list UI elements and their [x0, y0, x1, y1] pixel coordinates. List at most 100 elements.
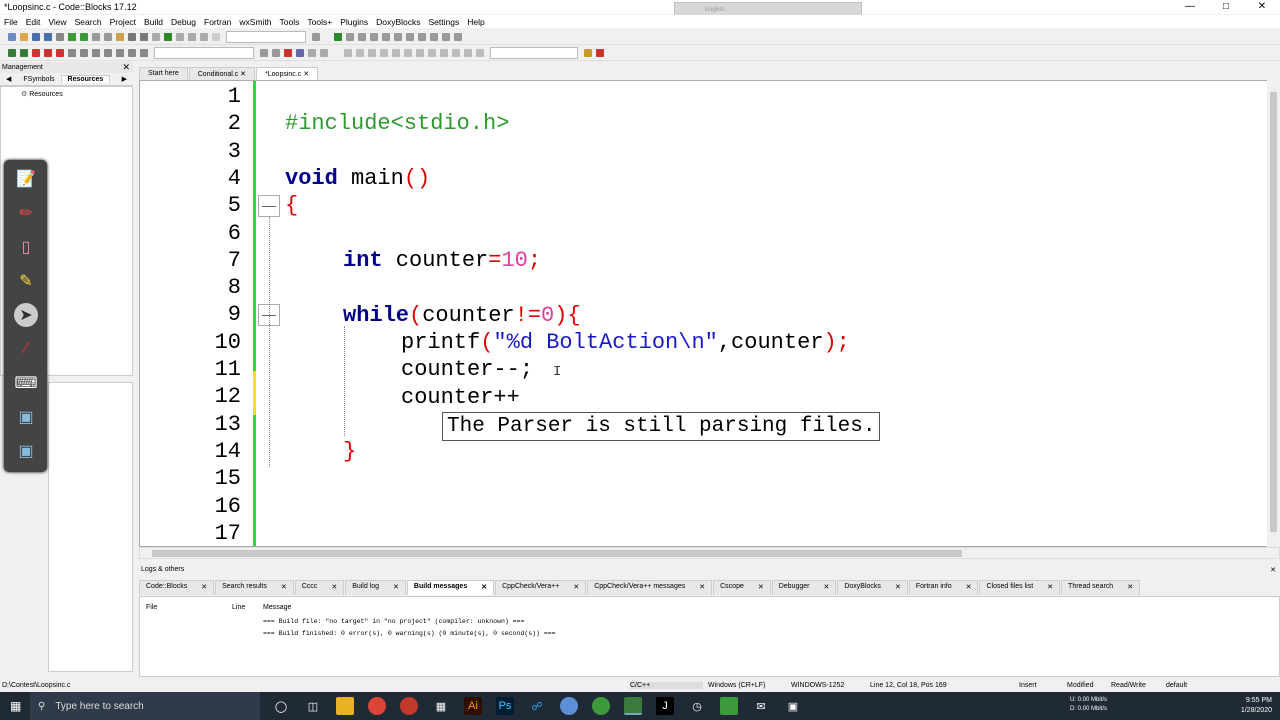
menu-doxyblocks[interactable]: DoxyBlocks: [372, 17, 424, 27]
log-tab-cccc[interactable]: Cccc ✕: [294, 580, 345, 595]
log-tab-cppcheck-vera-messages[interactable]: CppCheck/Vera++ messages ✕: [587, 580, 713, 595]
log-tab-closed-files-list[interactable]: Closed files list ✕: [979, 580, 1061, 595]
system-clock[interactable]: 9:55 PM 1/28/2020: [1241, 696, 1272, 716]
log-tab-build-messages[interactable]: Build messages ✕: [406, 580, 495, 595]
highlight-marker-icon[interactable]: [284, 48, 292, 57]
menu-fortran[interactable]: Fortran: [200, 17, 235, 27]
menu-wxsmith[interactable]: wxSmith: [235, 17, 275, 27]
laser-icon[interactable]: ∕: [14, 337, 38, 361]
print-icon[interactable]: [56, 32, 64, 41]
chrome-icon[interactable]: [368, 697, 386, 715]
menu-edit[interactable]: Edit: [22, 17, 45, 27]
pen-icon[interactable]: ✏: [14, 201, 38, 225]
prev-bookmark-icon[interactable]: [44, 48, 52, 57]
close-panel-icon[interactable]: ✕: [122, 62, 133, 73]
build-target-select[interactable]: [226, 30, 306, 43]
layout4-icon[interactable]: [380, 48, 388, 57]
close-logs-icon[interactable]: ✕: [1270, 566, 1276, 574]
col-message[interactable]: Message: [263, 604, 291, 611]
clear-bookmarks-icon[interactable]: [68, 48, 76, 57]
maximize-button[interactable]: □: [1208, 0, 1244, 14]
app-c-icon[interactable]: [720, 697, 738, 715]
copy-icon[interactable]: [104, 32, 112, 41]
c-icon[interactable]: [476, 48, 484, 57]
stream-comment-icon[interactable]: [116, 48, 124, 57]
target-dialog-icon[interactable]: [312, 32, 320, 41]
find-icon[interactable]: [128, 32, 136, 41]
tab-start-here[interactable]: Start here: [139, 67, 188, 80]
menu-tools[interactable]: Tools: [276, 17, 304, 27]
minimize-button[interactable]: —: [1172, 0, 1208, 14]
app-blue-icon[interactable]: [560, 697, 578, 715]
nav-prev-icon[interactable]: [260, 48, 268, 57]
next-line-icon[interactable]: [358, 32, 366, 41]
log-tab-cscope[interactable]: Cscope ✕: [713, 580, 771, 595]
next-bookmark-icon[interactable]: [56, 48, 64, 57]
menu-debug[interactable]: Debug: [167, 17, 200, 27]
undo-icon[interactable]: [68, 32, 76, 41]
next-instruction-icon[interactable]: [394, 32, 402, 41]
zoom-in-icon[interactable]: [440, 48, 448, 57]
toggle-comment-icon[interactable]: [104, 48, 112, 57]
layout-icon[interactable]: [344, 48, 352, 57]
step-into-instruction-icon[interactable]: [406, 32, 414, 41]
jump-back-icon[interactable]: [8, 48, 16, 57]
layout5-icon[interactable]: [392, 48, 400, 57]
s-icon[interactable]: [464, 48, 472, 57]
log-tab-code-blocks[interactable]: Code::Blocks ✕: [139, 580, 215, 595]
vertical-scroll-thumb[interactable]: [1270, 92, 1277, 532]
abort-icon[interactable]: [212, 32, 220, 41]
menu-plugins[interactable]: Plugins: [336, 17, 372, 27]
run-icon[interactable]: [176, 32, 184, 41]
rebuild-icon[interactable]: [200, 32, 208, 41]
menu-file[interactable]: File: [0, 17, 22, 27]
codeblocks-icon[interactable]: [624, 697, 642, 715]
taskbar-search[interactable]: ⚲ Type here to search: [30, 692, 260, 720]
task-view-icon[interactable]: ◫: [304, 697, 322, 715]
menu-tools[interactable]: Tools+: [303, 17, 336, 27]
highlight-icon[interactable]: [140, 48, 148, 57]
menu-search[interactable]: Search: [71, 17, 106, 27]
horizontal-scrollbar[interactable]: [139, 547, 1280, 559]
run-to-cursor-icon[interactable]: [346, 32, 354, 41]
col-file[interactable]: File: [146, 604, 157, 611]
close-tab-icon[interactable]: ✕: [823, 583, 829, 593]
settings-icon[interactable]: [152, 32, 160, 41]
save-drawing-icon[interactable]: ▣: [14, 439, 38, 463]
menu-help[interactable]: Help: [463, 17, 488, 27]
match-icon[interactable]: [296, 48, 304, 57]
close-tab-icon[interactable]: ✕: [966, 583, 972, 593]
log-tab-search-results[interactable]: Search results ✕: [215, 580, 294, 595]
browser-icon[interactable]: ☍: [528, 697, 546, 715]
close-tab-icon[interactable]: ✕: [573, 583, 579, 593]
highlighter-icon[interactable]: ✎: [14, 269, 38, 293]
app-green-icon[interactable]: [592, 697, 610, 715]
app-red-icon[interactable]: [400, 697, 418, 715]
illustrator-icon[interactable]: Ai: [464, 697, 482, 715]
open-icon[interactable]: [20, 32, 28, 41]
layout7-icon[interactable]: [416, 48, 424, 57]
close-tab-icon[interactable]: ✕: [240, 71, 246, 78]
replace-icon[interactable]: [140, 32, 148, 41]
close-tab-icon[interactable]: ✕: [201, 583, 207, 593]
cut-icon[interactable]: [92, 32, 100, 41]
code-editor[interactable]: 1 2 3 4 5 6 7 8 9 10 11 12 13 14 15 16 17 #include<stdio…: [139, 80, 1280, 547]
tab-next-icon[interactable]: ▶: [116, 75, 133, 83]
jump-forward-icon[interactable]: [20, 48, 28, 57]
debug-windows-icon[interactable]: [442, 32, 450, 41]
jetbrains-icon[interactable]: J: [656, 697, 674, 715]
col-line[interactable]: Line: [232, 604, 245, 611]
tab-conditional[interactable]: Conditional.c ✕: [188, 67, 256, 80]
log-tab-fortran-info[interactable]: Fortran info ✕: [908, 580, 979, 595]
resources-tree-root[interactable]: Resources: [29, 91, 62, 98]
tab-resources[interactable]: Resources: [60, 75, 111, 83]
debug-info-icon[interactable]: [454, 32, 462, 41]
tab-loopsinc[interactable]: *Loopsinc.c ✕: [256, 67, 319, 80]
horizontal-scroll-thumb[interactable]: [152, 550, 962, 557]
messages-icon[interactable]: ✉: [752, 697, 770, 715]
monitor-icon[interactable]: ◷: [688, 697, 706, 715]
wrench-icon[interactable]: [596, 48, 604, 57]
close-tab-icon[interactable]: ✕: [303, 71, 309, 78]
whiteboard-icon[interactable]: 📝: [14, 167, 38, 191]
close-tab-icon[interactable]: ✕: [699, 583, 705, 593]
